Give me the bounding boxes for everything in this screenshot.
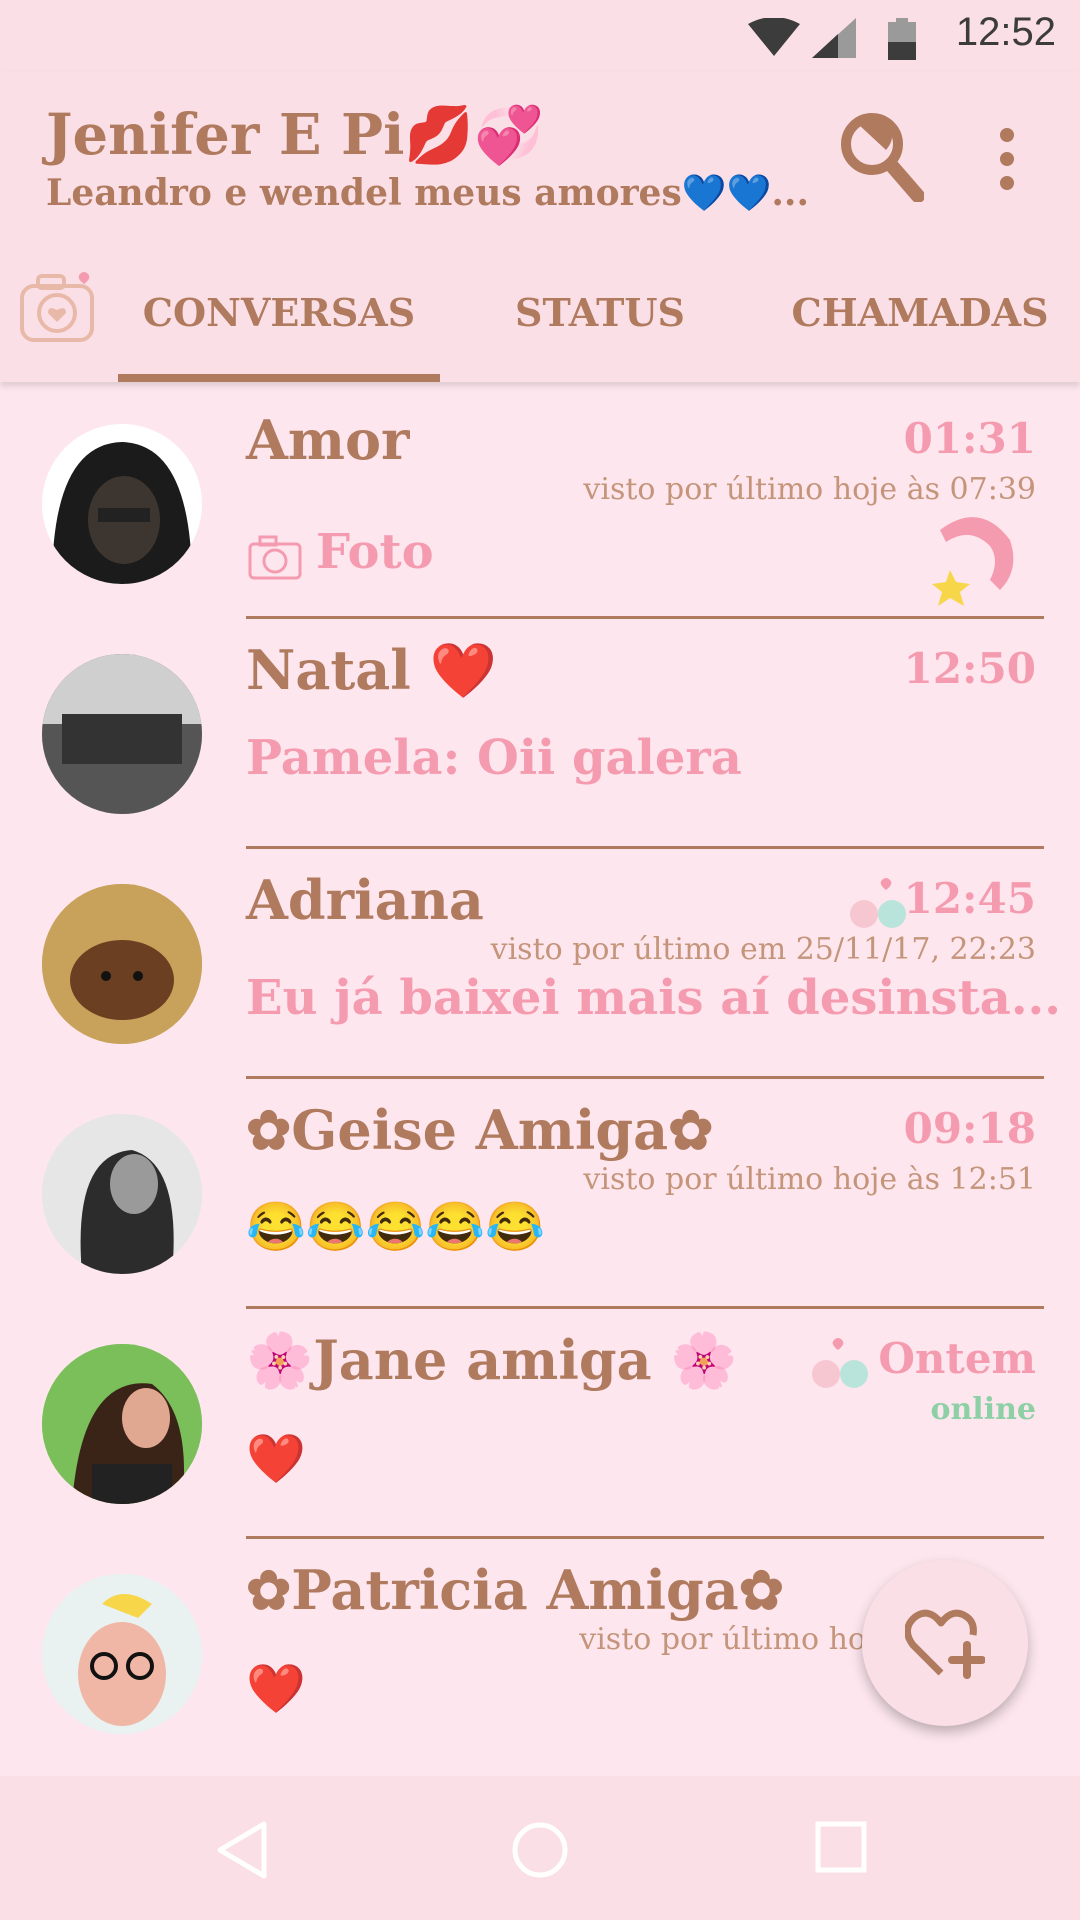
contact-name: Adriana <box>246 868 484 932</box>
avatar[interactable] <box>42 424 202 584</box>
chat-row[interactable]: Amor 01:31 visto por último hoje às 07:3… <box>0 384 1080 619</box>
avatar[interactable] <box>42 1574 202 1734</box>
sticker-icon <box>932 517 1014 606</box>
tab-indicator <box>118 374 440 382</box>
wifi-icon <box>748 18 800 56</box>
chat-row[interactable]: ✿Geise Amiga✿ 09:18 visto por último hoj… <box>0 1074 1080 1309</box>
home-icon[interactable] <box>510 1820 570 1880</box>
avatar[interactable] <box>42 1114 202 1274</box>
battery-icon <box>888 18 916 60</box>
chat-title[interactable]: Jenifer E Pi💋💞 <box>46 102 544 168</box>
online-status: online <box>930 1392 1036 1427</box>
last-seen: visto por último em 25/11/17, 22:23 <box>490 932 1036 967</box>
chat-time: Ontem <box>878 1334 1036 1383</box>
heart-plus-icon <box>905 1609 985 1679</box>
more-options-icon[interactable] <box>1000 128 1016 200</box>
tab-conversas[interactable]: CONVERSAS <box>118 290 440 335</box>
sticker-icon <box>850 878 906 928</box>
contact-name: Amor <box>246 408 410 472</box>
last-message: Foto <box>316 524 434 580</box>
sticker-icon <box>812 1338 868 1388</box>
clock: 12:52 <box>955 10 1056 54</box>
avatar[interactable] <box>42 884 202 1044</box>
search-icon[interactable] <box>838 110 924 202</box>
contact-name: ✿Geise Amiga✿ <box>246 1098 714 1162</box>
navigation-bar <box>0 1776 1080 1920</box>
contact-name: 🌸Jane amiga 🌸 <box>246 1328 738 1392</box>
back-icon[interactable] <box>214 1820 270 1880</box>
chat-time: 01:31 <box>903 414 1036 463</box>
avatar[interactable] <box>42 1344 202 1504</box>
tab-chamadas[interactable]: CHAMADAS <box>760 290 1080 335</box>
last-message: Pamela: Oii galera <box>246 730 742 786</box>
last-message: Eu já baixei mais aí desinsta... <box>246 970 1061 1026</box>
last-message: ❤️ <box>246 1431 306 1487</box>
tab-status[interactable]: STATUS <box>440 290 760 335</box>
last-message: ❤️ <box>246 1661 306 1717</box>
signal-icon <box>812 18 856 58</box>
chat-row[interactable]: Natal ❤️ 12:50 Pamela: Oii galera <box>0 614 1080 849</box>
chat-subtitle[interactable]: Leandro e wendel meus amores💙💙... <box>46 172 809 214</box>
chat-row[interactable]: Adriana 12:45 visto por último em 25/11/… <box>0 844 1080 1079</box>
last-message: 😂😂😂😂😂 <box>246 1199 545 1255</box>
last-seen: visto por último hoje às 07:39 <box>583 472 1036 507</box>
last-seen: visto por último hoje às 12:51 <box>583 1162 1036 1197</box>
contact-name: Natal ❤️ <box>246 638 497 702</box>
last-seen: visto por último ho <box>579 1622 866 1657</box>
contact-name: ✿Patricia Amiga✿ <box>246 1558 785 1622</box>
new-chat-button[interactable] <box>862 1560 1028 1726</box>
status-bar: 12:52 <box>0 0 1080 72</box>
chat-time: 09:18 <box>903 1104 1036 1153</box>
camera-icon[interactable] <box>20 270 94 342</box>
camera-icon <box>248 535 302 580</box>
chat-row[interactable]: 🌸Jane amiga 🌸 Ontem online ❤️ <box>0 1304 1080 1539</box>
chat-time: 12:45 <box>903 874 1036 923</box>
recents-icon[interactable] <box>814 1820 868 1874</box>
app-bar: Jenifer E Pi💋💞 Leandro e wendel meus amo… <box>0 72 1080 382</box>
chat-time: 12:50 <box>903 644 1036 693</box>
avatar[interactable] <box>42 654 202 814</box>
